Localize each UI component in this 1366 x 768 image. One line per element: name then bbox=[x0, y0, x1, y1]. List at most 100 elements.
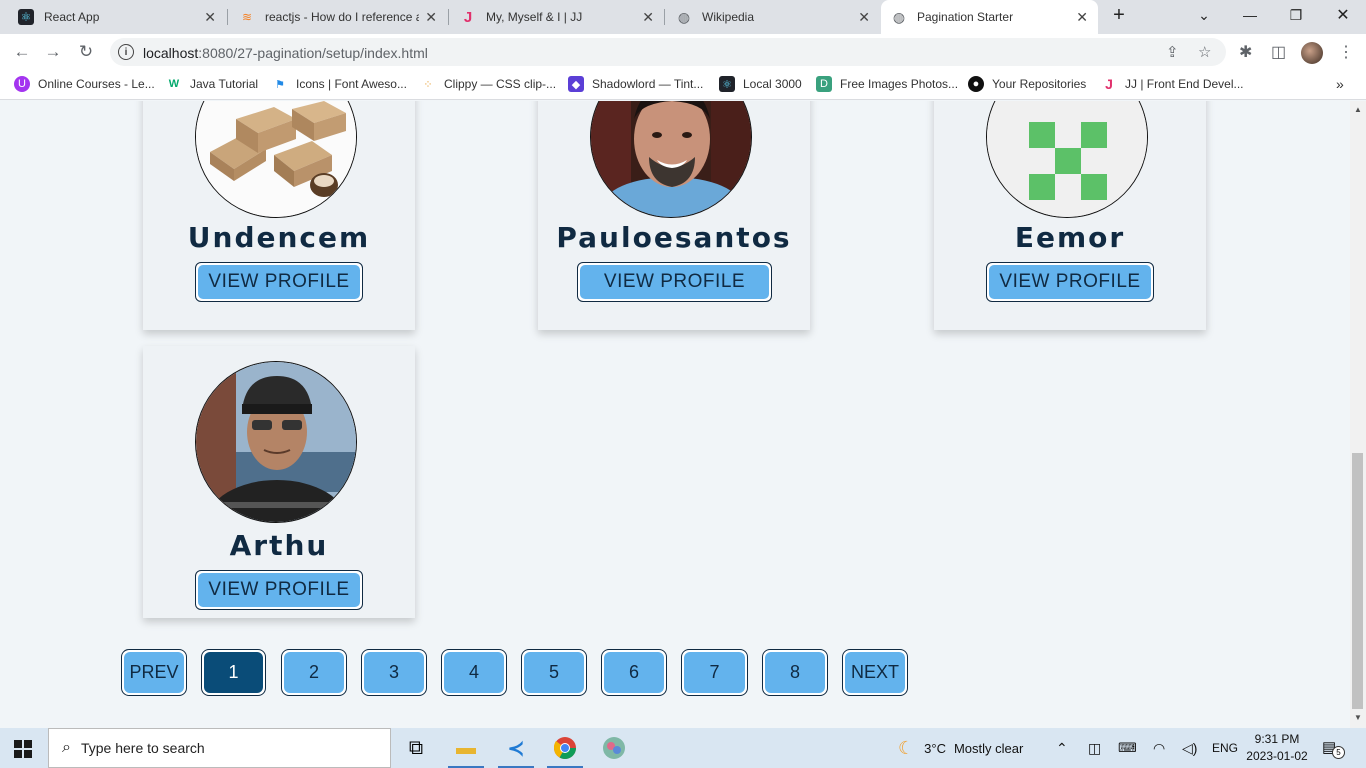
taskbar-search-input[interactable]: ⌕ Type here to search bbox=[48, 728, 391, 768]
avatar bbox=[195, 361, 357, 523]
extensions-icon[interactable]: ✱ bbox=[1239, 42, 1252, 62]
meet-icon[interactable]: ◫ bbox=[1088, 728, 1101, 768]
vscode-icon[interactable]: ≺ bbox=[492, 728, 540, 768]
tab-separator bbox=[227, 9, 228, 25]
wifi-icon[interactable]: ◠ bbox=[1153, 728, 1165, 768]
bookmark-label: JJ | Front End Devel... bbox=[1125, 77, 1244, 91]
ime-icon[interactable]: ⌨ bbox=[1118, 728, 1137, 768]
taskbar-clock[interactable]: 9:31 PM 2023-01-02 bbox=[1240, 731, 1314, 765]
site-info-icon[interactable]: i bbox=[118, 44, 134, 60]
page-label: 2 bbox=[284, 652, 344, 693]
windows-start-icon[interactable] bbox=[14, 740, 32, 758]
stackoverflow-icon: ≋ bbox=[241, 10, 253, 24]
forward-icon[interactable]: → bbox=[41, 40, 65, 64]
url-text[interactable]: localhost:8080/27-pagination/setup/index… bbox=[143, 45, 428, 61]
more-bookmarks-icon[interactable]: » bbox=[1336, 76, 1344, 92]
tab-separator bbox=[448, 9, 449, 25]
tab-reactjs[interactable]: ≋ reactjs - How do I reference a ✕ bbox=[229, 0, 447, 34]
bookmark-clippy[interactable]: ⁘ Clippy — CSS clip-... bbox=[420, 76, 556, 92]
react-icon: ⚛ bbox=[18, 9, 34, 25]
dots-icon: ⁘ bbox=[423, 78, 433, 91]
bookmark-online-courses[interactable]: U Online Courses - Le... bbox=[14, 76, 155, 92]
page-button-1[interactable]: 1 bbox=[201, 649, 266, 696]
react-icon: ⚛ bbox=[719, 76, 735, 92]
notifications-icon[interactable]: ▤ 5 bbox=[1322, 738, 1345, 759]
address-bar[interactable]: i localhost:8080/27-pagination/setup/ind… bbox=[110, 38, 1226, 66]
url-path: :8080/27-pagination/setup/index.html bbox=[198, 45, 428, 61]
bookmark-label: Clippy — CSS clip-... bbox=[444, 77, 557, 91]
page-button-7[interactable]: 7 bbox=[681, 649, 748, 696]
page-scrollbar[interactable]: ▲ ▼ bbox=[1350, 101, 1366, 728]
page-button-3[interactable]: 3 bbox=[361, 649, 427, 696]
view-profile-label: VIEW PROFILE bbox=[198, 265, 360, 299]
profile-avatar[interactable] bbox=[1301, 42, 1323, 64]
page-button-5[interactable]: 5 bbox=[521, 649, 587, 696]
close-icon[interactable]: ✕ bbox=[642, 9, 654, 26]
shadowlord-icon: ◆ bbox=[568, 76, 584, 92]
window-close-icon[interactable]: ✕ bbox=[1320, 0, 1366, 30]
browser-tab-strip: ⚛ React App ✕ ≋ reactjs - How do I refer… bbox=[0, 0, 1366, 34]
menu-icon[interactable]: ⋮ bbox=[1338, 42, 1354, 62]
view-profile-button[interactable]: VIEW PROFILE bbox=[195, 262, 363, 302]
tray-overflow-icon[interactable]: ⌃ bbox=[1056, 728, 1068, 768]
tab-jj[interactable]: J My, Myself & I | JJ ✕ bbox=[450, 0, 664, 34]
bookmark-java-tutorial[interactable]: W Java Tutorial bbox=[166, 76, 258, 92]
avatar bbox=[986, 101, 1148, 218]
bookmark-star-icon[interactable]: ☆ bbox=[1198, 43, 1211, 61]
github-icon: ● bbox=[968, 76, 984, 92]
tab-pagination-starter[interactable]: ◍ Pagination Starter ✕ bbox=[881, 0, 1098, 34]
tab-search-icon[interactable]: ⌄ bbox=[1181, 0, 1227, 30]
file-explorer-icon[interactable]: ▬ bbox=[442, 728, 490, 768]
search-placeholder: Type here to search bbox=[80, 740, 205, 756]
close-icon[interactable]: ✕ bbox=[425, 9, 437, 26]
page-button-4[interactable]: 4 bbox=[441, 649, 507, 696]
language-indicator[interactable]: ENG bbox=[1212, 728, 1238, 768]
new-tab-button[interactable]: + bbox=[1096, 0, 1142, 30]
scroll-down-icon[interactable]: ▼ bbox=[1354, 713, 1362, 722]
restore-icon[interactable]: ❐ bbox=[1273, 0, 1319, 30]
w3-icon: W bbox=[168, 78, 180, 90]
page-button-2[interactable]: 2 bbox=[281, 649, 347, 696]
task-view-icon[interactable]: ⧉ bbox=[392, 728, 440, 768]
follower-card: Arthu VIEW PROFILE bbox=[143, 346, 415, 618]
page-button-6[interactable]: 6 bbox=[601, 649, 667, 696]
tab-title: Pagination Starter bbox=[917, 10, 1014, 24]
side-panel-icon[interactable]: ◫ bbox=[1271, 42, 1286, 62]
volume-icon[interactable]: ◁) bbox=[1182, 728, 1197, 768]
weather-text: Mostly clear bbox=[953, 740, 1024, 756]
tab-react-app[interactable]: ⚛ React App ✕ bbox=[8, 0, 226, 34]
weather-widget[interactable]: ☾ 3°C Mostly clear bbox=[898, 728, 1023, 768]
bookmark-icons-font-awesome[interactable]: ⚑ Icons | Font Aweso... bbox=[272, 76, 407, 92]
browser-toolbar: ← → ↻ i localhost:8080/27-pagination/set… bbox=[0, 34, 1366, 70]
bookmark-jj-front-end[interactable]: J JJ | Front End Devel... bbox=[1101, 76, 1244, 92]
bookmark-label: Icons | Font Aweso... bbox=[296, 77, 407, 91]
next-button[interactable]: NEXT bbox=[842, 649, 908, 696]
scroll-up-icon[interactable]: ▲ bbox=[1354, 105, 1362, 114]
page-label: 6 bbox=[604, 652, 664, 693]
scroll-thumb[interactable] bbox=[1352, 453, 1363, 709]
page-label: 3 bbox=[364, 652, 424, 693]
view-profile-button[interactable]: VIEW PROFILE bbox=[986, 262, 1154, 302]
prev-label: PREV bbox=[124, 652, 184, 693]
share-icon[interactable]: ⇪ bbox=[1166, 43, 1179, 61]
bookmark-your-repositories[interactable]: ● Your Repositories bbox=[968, 76, 1086, 92]
close-icon[interactable]: ✕ bbox=[858, 9, 870, 26]
bookmark-label: Free Images Photos... bbox=[840, 77, 959, 91]
prev-button[interactable]: PREV bbox=[121, 649, 187, 696]
bookmark-free-images[interactable]: D Free Images Photos... bbox=[816, 76, 958, 92]
page-button-8[interactable]: 8 bbox=[762, 649, 828, 696]
view-profile-button[interactable]: VIEW PROFILE bbox=[195, 570, 363, 610]
close-icon[interactable]: ✕ bbox=[204, 9, 216, 26]
follower-login: Arthu bbox=[229, 529, 329, 562]
bookmark-shadowlord[interactable]: ◆ Shadowlord — Tint... bbox=[568, 76, 703, 92]
reload-icon[interactable]: ↻ bbox=[74, 40, 98, 64]
view-profile-button[interactable]: VIEW PROFILE bbox=[577, 262, 772, 302]
minimize-icon[interactable]: — bbox=[1227, 0, 1273, 30]
app-icon[interactable] bbox=[590, 728, 638, 768]
notification-count: 5 bbox=[1332, 746, 1345, 759]
tab-wikipedia[interactable]: ◍ Wikipedia ✕ bbox=[666, 0, 880, 34]
close-icon[interactable]: ✕ bbox=[1076, 9, 1088, 26]
chrome-icon[interactable] bbox=[541, 728, 589, 768]
back-icon[interactable]: ← bbox=[10, 40, 34, 64]
bookmark-local-3000[interactable]: ⚛ Local 3000 bbox=[719, 76, 802, 92]
